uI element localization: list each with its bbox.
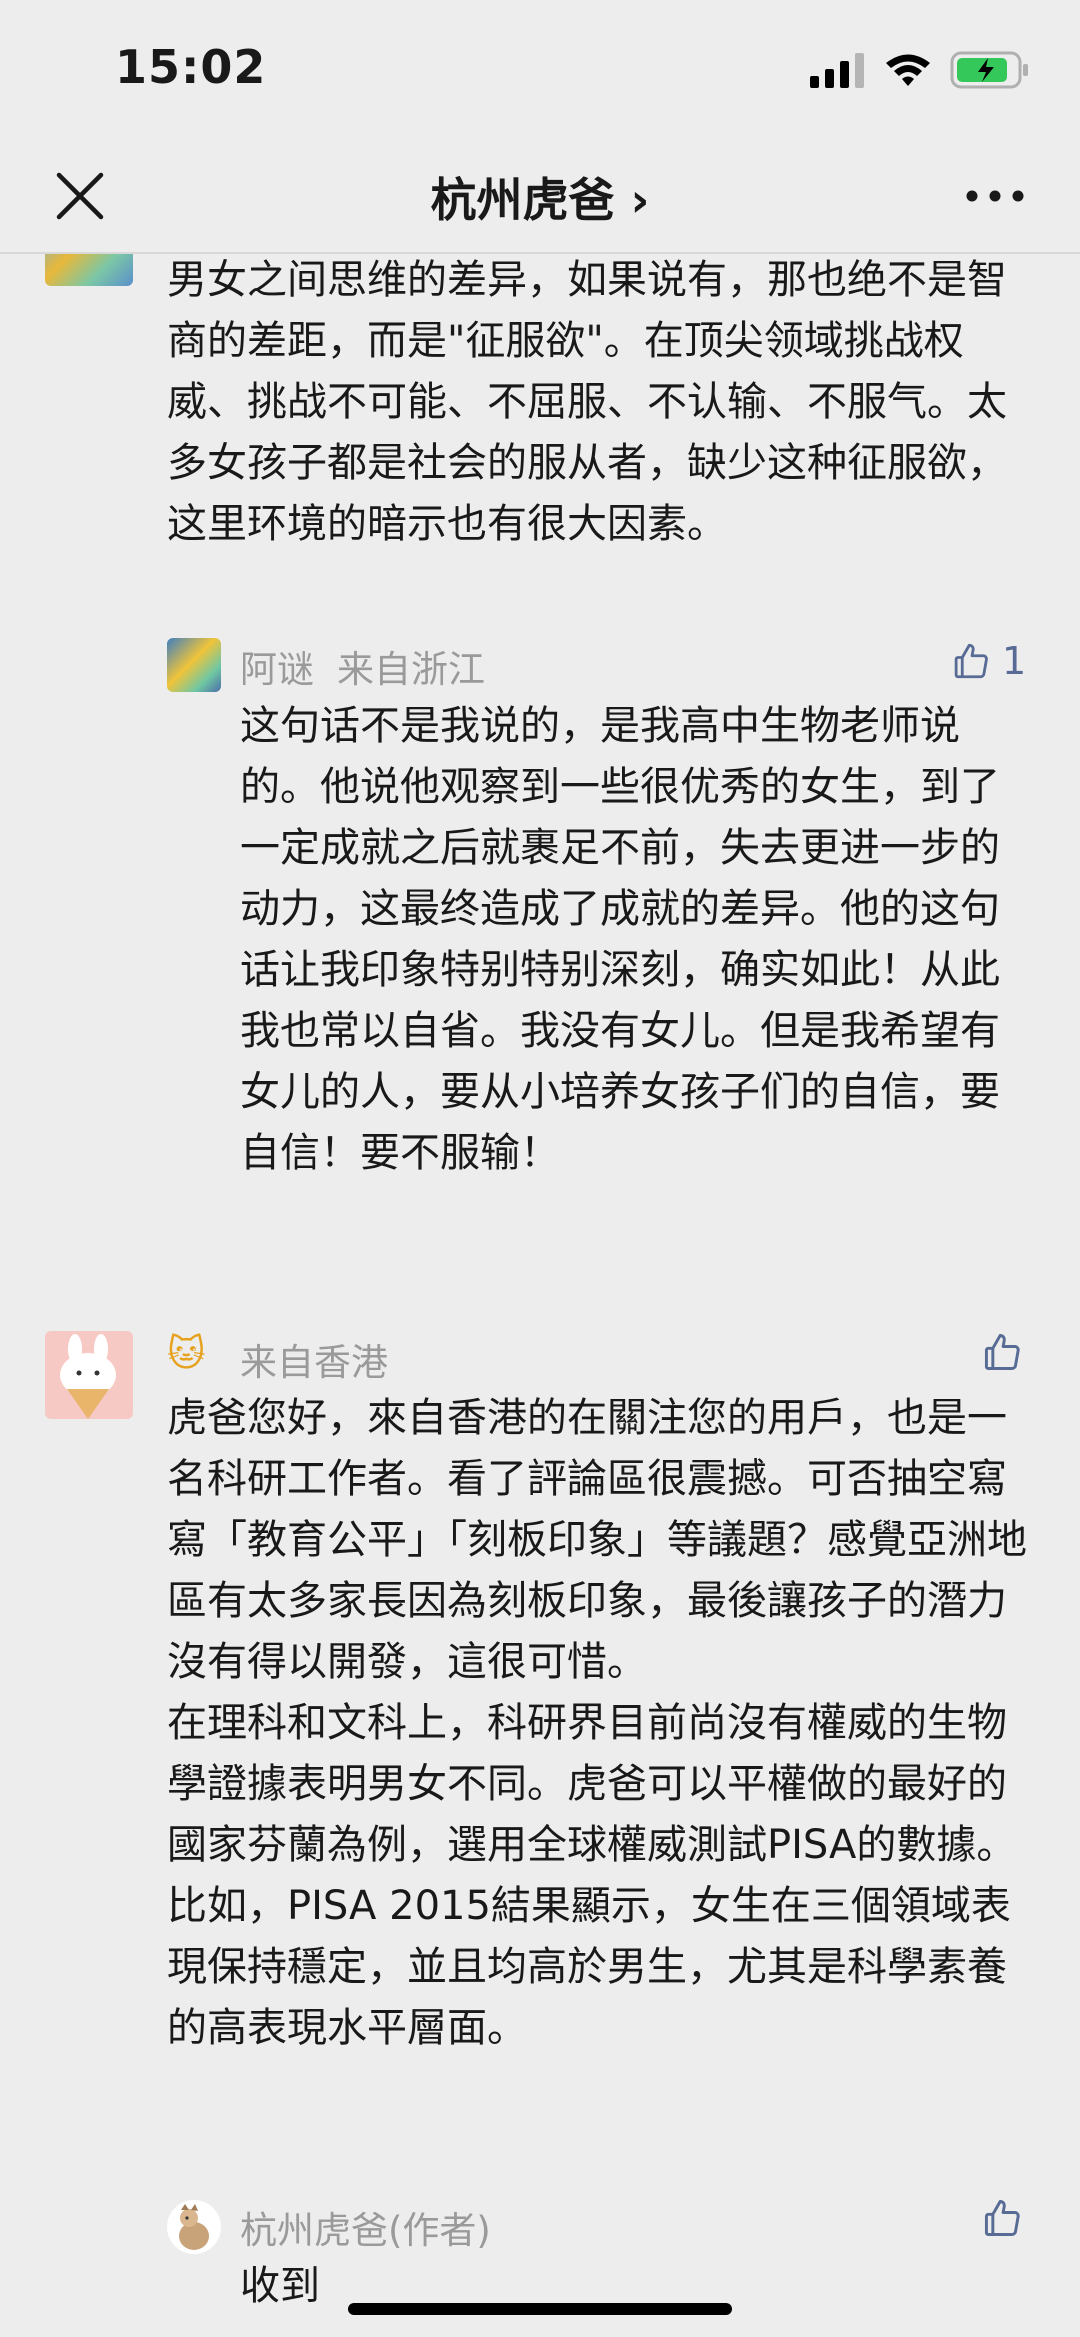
avatar[interactable] (167, 2200, 221, 2254)
reply-text: 这句话不是我说的，是我高中生物老师说的。他说他观察到一些很优秀的女生，到了一定成… (240, 703, 1000, 1176)
avatar[interactable] (167, 638, 221, 692)
thumbs-up-icon (984, 1334, 1020, 1370)
battery-icon (950, 51, 1028, 89)
reply-author[interactable]: 杭州虎爸(作者) (240, 2200, 491, 2254)
home-indicator[interactable] (348, 2303, 732, 2315)
comment-list: 男女之间思维的差异，如果说有，那也绝不是智商的差距，而是"征服欲"。在顶尖领域挑… (0, 254, 1080, 2337)
avatar[interactable] (45, 1331, 133, 1419)
comment-location: 来自香港 (240, 1341, 388, 1384)
like-button[interactable]: 1 (950, 639, 1026, 683)
bunny-icecream-icon (60, 1334, 116, 1419)
tiger-avatar-icon (179, 2204, 209, 2250)
nav-bar: 杭州虎爸 › (0, 140, 1080, 254)
thumbs-up-icon (984, 2200, 1020, 2236)
signal-icon (810, 53, 864, 88)
status-bar: 15:02 (0, 0, 1080, 140)
reply-author[interactable]: 阿谜 (240, 639, 314, 693)
wifi-icon (886, 54, 930, 86)
more-icon[interactable] (960, 166, 1030, 226)
like-count: 1 (1002, 639, 1027, 683)
comment-text: 虎爸您好，來自香港的在關注您的用戶，也是一名科研工作者。看了評論區很震撼。可否抽… (167, 1395, 1027, 2051)
comment-author[interactable]: 🐱 (167, 1332, 206, 1375)
status-icons (810, 48, 1030, 92)
comment-text: 男女之间思维的差异，如果说有，那也绝不是智商的差距，而是"征服欲"。在顶尖领域挑… (167, 257, 1007, 547)
like-button[interactable] (980, 1330, 1024, 1374)
thumbs-up-icon (954, 643, 988, 679)
like-button[interactable] (980, 2196, 1024, 2240)
reply-location: 来自浙江 (337, 648, 485, 691)
status-time: 15:02 (115, 40, 267, 94)
page-title[interactable]: 杭州虎爸 › (0, 164, 1080, 230)
avatar[interactable] (45, 254, 133, 286)
